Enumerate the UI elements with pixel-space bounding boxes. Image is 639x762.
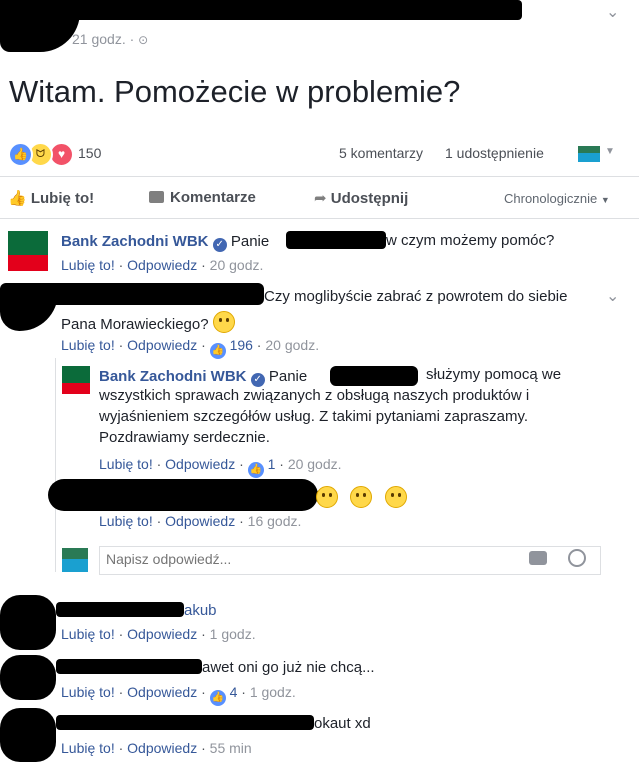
comment-reply-link[interactable]: Odpowiedz [127, 626, 197, 642]
globe-icon: ⊙ [138, 33, 149, 47]
comment-actions: Lubię to! · Odpowiedz · 👍 4 · 1 godz. [61, 684, 296, 706]
smile-emoji-icon [316, 486, 338, 508]
redacted-commenter [0, 708, 56, 762]
redacted-commenter-name [56, 659, 202, 674]
comment-text: awet oni go już nie chcą... [202, 659, 375, 676]
divider [0, 176, 639, 177]
comment-options-chevron-icon[interactable]: ⌄ [606, 286, 619, 306]
post-text: Witam. Pomożecie w problemie? [9, 74, 461, 109]
sort-dropdown[interactable]: Chronologicznie ▼ [504, 191, 610, 206]
reply-thread-line [55, 358, 56, 572]
comment-author[interactable]: Bank Zachodni WBK [61, 233, 209, 250]
comment-time[interactable]: 1 godz. [250, 684, 296, 700]
comment-text-line2: Pana Morawieckiego? [61, 311, 235, 333]
reply-author[interactable]: Bank Zachodni WBK [99, 368, 247, 385]
smile-emoji-icon [350, 486, 373, 508]
bank-avatar[interactable] [62, 366, 90, 394]
comment-actions: Lubię to! · Odpowiedz · 55 min [61, 740, 252, 756]
redacted-commenter [0, 595, 56, 650]
redacted-name [286, 231, 386, 249]
reply-reply-link[interactable]: Odpowiedz [165, 456, 235, 472]
like-count-icon: 👍 [209, 343, 226, 359]
comment-1: Bank Zachodni WBK ✓ Panie [61, 233, 270, 252]
comment-time[interactable]: 20 godz. [210, 257, 264, 273]
comment-actions: Lubię to! · Odpowiedz · 20 godz. [61, 257, 264, 273]
comment-like-link[interactable]: Lubię to! [61, 740, 115, 756]
reply-like-link[interactable]: Lubię to! [99, 456, 153, 472]
redacted-name [330, 366, 418, 386]
comment-reply-link[interactable]: Odpowiedz [127, 740, 197, 756]
comment-button[interactable]: Komentarze [149, 189, 256, 206]
page-switcher-avatar[interactable] [578, 146, 600, 162]
comment-like-link[interactable]: Lubię to! [61, 626, 115, 642]
comment-text: Czy moglibyście zabrać z powrotem do sie… [264, 288, 568, 305]
reactions-count[interactable]: 150 [78, 145, 101, 161]
dropdown-caret-icon: ▼ [600, 195, 610, 205]
post-timestamp[interactable]: 21 godz. · ⊙ [72, 31, 148, 47]
redacted-commenter-avatar [0, 283, 58, 331]
like-count-icon: 👍 [247, 462, 264, 478]
comment-text: okaut xd [314, 715, 371, 732]
reply-actions: Lubię to! · Odpowiedz · 16 godz. [99, 513, 302, 529]
share-arrow-icon: ➦ [314, 190, 327, 207]
page-switcher-chevron-icon[interactable]: ▼ [605, 146, 615, 157]
share-button[interactable]: ➦ Udostępnij [314, 189, 408, 207]
reply-text-line2: wszystkich sprawach związanych z obsługą… [99, 387, 530, 404]
comment-reply-link[interactable]: Odpowiedz [127, 684, 197, 700]
verified-badge-icon: ✓ [212, 238, 227, 252]
comment-text[interactable]: akub [184, 602, 217, 619]
redacted-author-avatar [0, 0, 80, 52]
comment-reply-link[interactable]: Odpowiedz [127, 257, 197, 273]
reply-like-link[interactable]: Lubię to! [99, 513, 153, 529]
comment-reply-link[interactable]: Odpowiedz [127, 337, 197, 353]
reply-input-avatar [62, 548, 88, 572]
comment-like-link[interactable]: Lubię to! [61, 257, 115, 273]
divider [0, 218, 639, 219]
comment-actions: Lubię to! · Odpowiedz · 👍 196 · 20 godz. [61, 337, 319, 359]
comment-time[interactable]: 20 godz. [265, 337, 319, 353]
reply-text-line3: wyjaśnieniem szczegółów usług. Z takimi … [99, 408, 529, 425]
reply-text: służymy pomocą we [426, 366, 562, 383]
comment-actions: Lubię to! · Odpowiedz · 1 godz. [61, 626, 256, 642]
reply-actions: Lubię to! · Odpowiedz · 👍 1 · 20 godz. [99, 456, 342, 478]
reply-text-line4: Pozdrawiamy serdecznie. [99, 429, 270, 446]
emoji-picker-icon[interactable] [568, 549, 586, 567]
thumbs-up-icon: 👍 [8, 190, 27, 207]
redacted-commenter-name [56, 715, 314, 730]
redacted-commenter [0, 655, 56, 700]
reply-1: Bank Zachodni WBK ✓ Panie [99, 368, 308, 387]
speech-bubble-icon [149, 191, 164, 203]
comment-time[interactable]: 55 min [210, 740, 252, 756]
chevron-down-icon[interactable]: ⌄ [606, 2, 619, 22]
comments-count[interactable]: 5 komentarzy [339, 145, 423, 161]
reply-reply-link[interactable]: Odpowiedz [165, 513, 235, 529]
redacted-commenter-name [56, 602, 184, 617]
redacted-reply-author [48, 479, 318, 511]
reply-time[interactable]: 16 godz. [248, 513, 302, 529]
reply-input-box[interactable] [99, 546, 601, 575]
comment-like-link[interactable]: Lubię to! [61, 337, 115, 353]
like-button[interactable]: 👍 Lubię to! [8, 189, 94, 207]
smile-emoji-icon [384, 486, 407, 508]
like-reaction-icon: 👍 [8, 142, 33, 167]
verified-badge-icon: ✓ [250, 373, 265, 387]
reply-emojis [316, 486, 407, 509]
comment-time[interactable]: 1 godz. [210, 626, 256, 642]
bank-avatar[interactable] [8, 231, 48, 271]
reply-time[interactable]: 20 godz. [288, 456, 342, 472]
shares-count[interactable]: 1 udostępnienie [445, 145, 544, 161]
smile-emoji-icon [212, 311, 235, 333]
comment-like-link[interactable]: Lubię to! [61, 684, 115, 700]
like-count[interactable]: 196 [230, 337, 253, 353]
like-count-icon: 👍 [209, 690, 226, 706]
camera-icon[interactable] [529, 551, 547, 565]
reply-input[interactable] [100, 547, 512, 570]
comment-text: w czym możemy pomóc? [386, 232, 555, 249]
